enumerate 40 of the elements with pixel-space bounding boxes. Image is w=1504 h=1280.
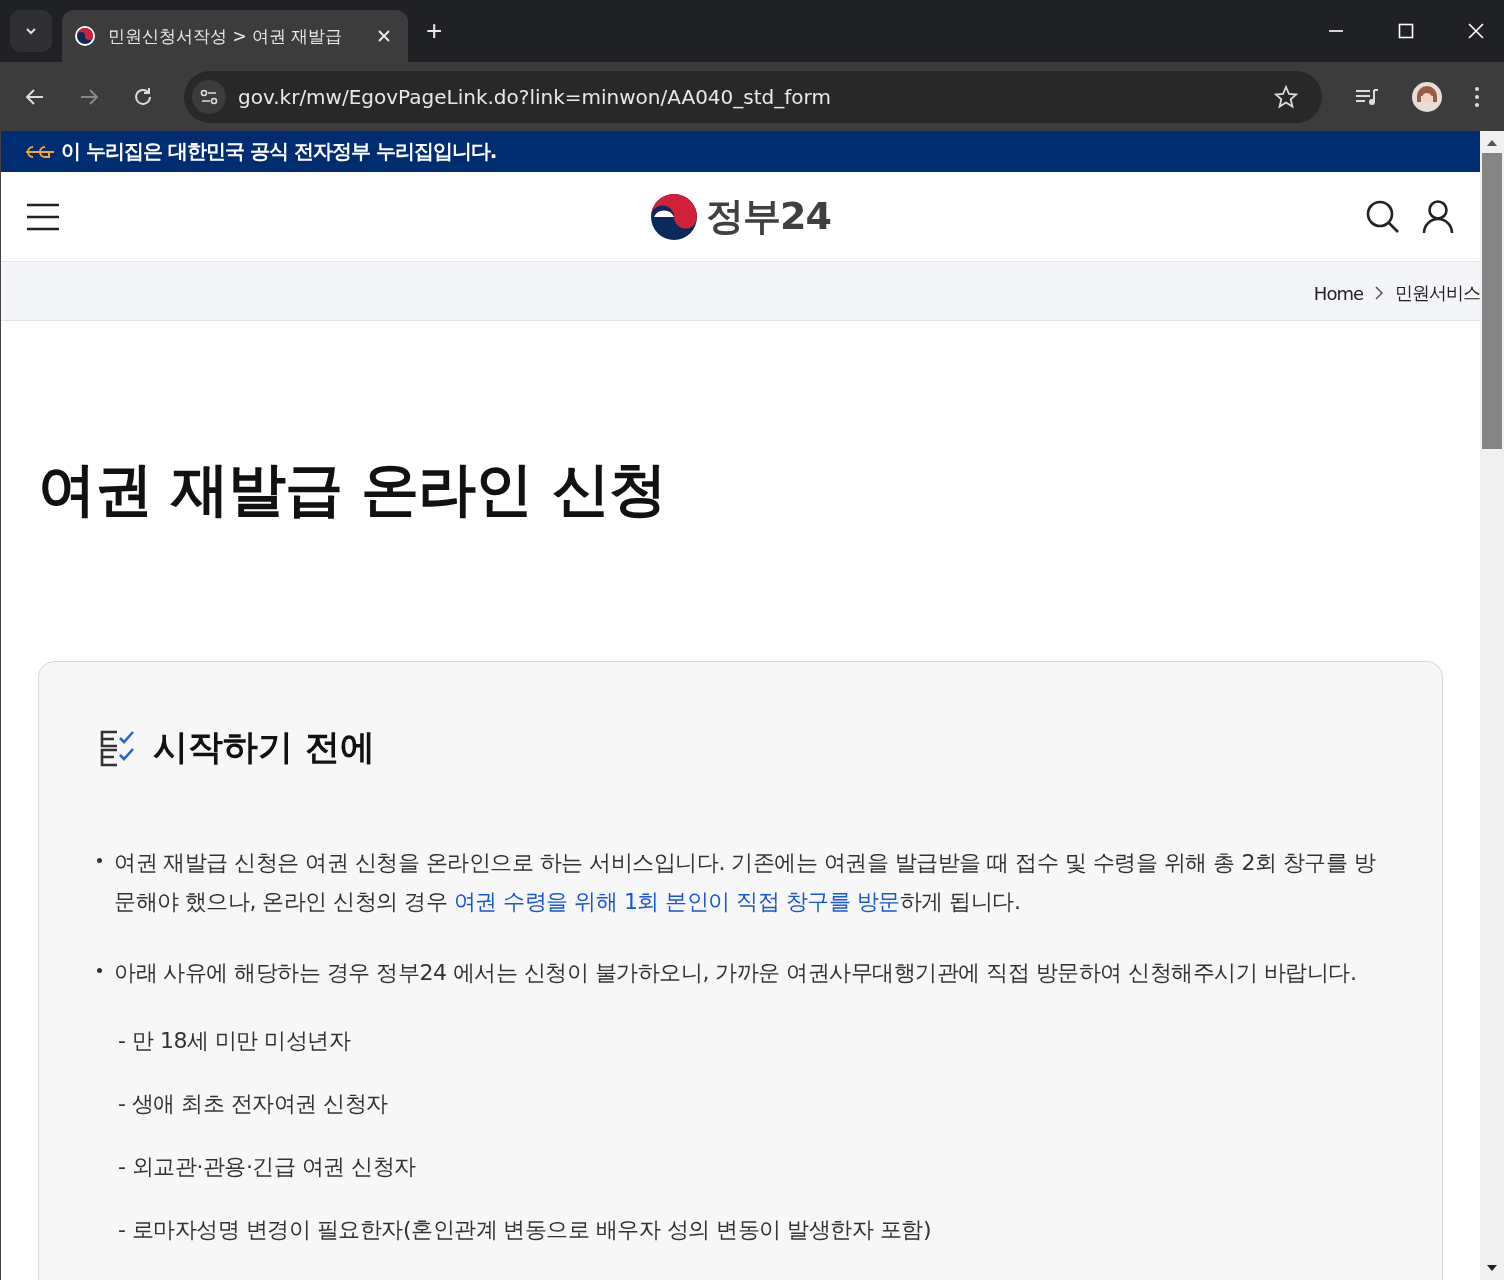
logo-text: 정부24	[706, 193, 831, 240]
maximize-icon[interactable]	[1398, 23, 1414, 39]
page-title: 여권 재발급 온라인 신청	[38, 454, 667, 525]
list-item: - 로마자성명 변경이 필요한자(혼인관계 변동으로 배우자 성의 변동이 발생한자 포함)	[118, 1216, 933, 1244]
scroll-down-icon[interactable]	[1486, 1264, 1498, 1272]
search-icon[interactable]	[1366, 199, 1400, 234]
emblem-icon	[74, 25, 96, 47]
tab-title: 민원신청서작성 > 여권 재발급	[108, 24, 344, 48]
eg-icon	[25, 144, 55, 159]
list-item: - 만 18세 미만 미성년자	[118, 1027, 352, 1055]
menu-icon[interactable]	[27, 202, 59, 231]
menu-icon[interactable]	[1474, 85, 1480, 108]
chevron-icon	[1375, 286, 1383, 300]
new-tab-button[interactable]: +	[418, 15, 451, 47]
user-icon[interactable]	[1422, 199, 1454, 234]
checklist-icon	[99, 728, 137, 767]
url-text: gov.kr/mw/EgovPageLink.do?link=minwon/AA040_std_form	[238, 84, 832, 109]
section-title: 시작하기 전에	[153, 726, 376, 769]
list-item: - 외교관·관용·긴급 여권 신청자	[118, 1153, 417, 1181]
address-bar[interactable]: gov.kr/mw/EgovPageLink.do?link=minwon/AA040_std_form	[184, 70, 1322, 123]
paragraph: 아래 사유에 해당하는 경우 정부24 에서는 신청이 불가하오니, 가까운 여권사무대행기관에 직접 방문하여 신청해주시기 바랍니다.	[114, 959, 1357, 987]
browser-tab[interactable]: 민원신청서작성 > 여권 재발급	[62, 10, 408, 62]
breadcrumb-link[interactable]: Home	[1313, 282, 1363, 304]
bullet-icon	[97, 968, 102, 973]
paragraph: 여권 재발급 신청은 여권 신청을 온라인으로 하는 서비스입니다. 기존에는 여권을 발급받을 때 접수 및 수령을 위해 총 2회 창구를 방문해야 했으나, 온라인 신청의 경우 여권 수령을 위해 1회 본인이 직접 창구를 방문하게 됩니다.	[114, 849, 1377, 916]
breadcrumb-link[interactable]: 민원서비스	[1395, 281, 1480, 305]
emblem-icon	[650, 192, 699, 241]
site-logo[interactable]: 정부24	[650, 191, 831, 242]
reload-icon[interactable]	[132, 85, 154, 108]
avatar-icon[interactable]	[1412, 81, 1442, 112]
banner-text: 이 누리집은 대한민국 공식 전자정부 누리집입니다.	[61, 138, 497, 165]
close-icon[interactable]	[378, 30, 390, 42]
list-item: - 생애 최초 전자여권 신청자	[118, 1090, 389, 1118]
bullet-icon	[97, 858, 102, 863]
scroll-thumb[interactable]	[1482, 153, 1502, 449]
scroll-up-icon[interactable]	[1486, 139, 1498, 147]
highlight-link[interactable]: 여권 수령을 위해 1회 본인이 직접 창구를 방문	[453, 889, 900, 914]
scrollbar[interactable]	[1480, 131, 1504, 1280]
site-settings-icon[interactable]	[192, 79, 226, 114]
star-icon[interactable]	[1274, 84, 1298, 109]
